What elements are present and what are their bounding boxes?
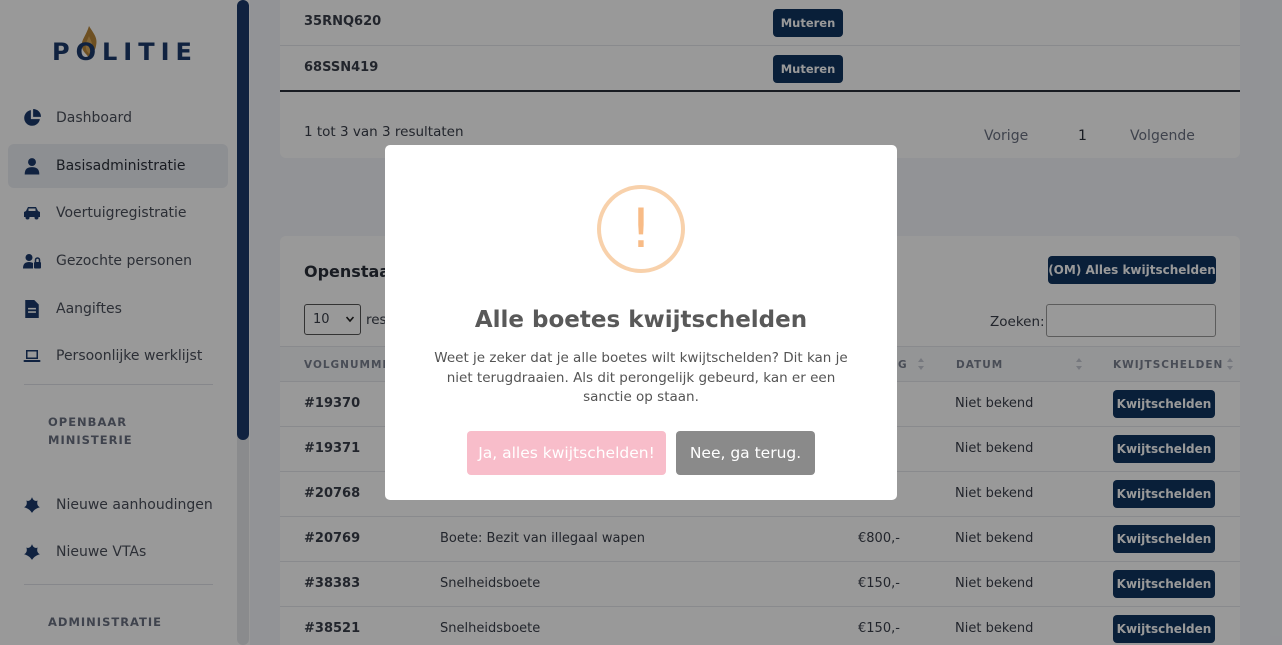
warning-glyph: ! xyxy=(630,197,652,260)
confirm-dialog: ! Alle boetes kwijtschelden Weet je zeke… xyxy=(385,145,897,500)
warning-icon: ! xyxy=(597,185,685,273)
dialog-message: Weet je zeker dat je alle boetes wilt kw… xyxy=(434,350,848,405)
dialog-title: Alle boetes kwijtschelden xyxy=(474,307,808,333)
confirm-button[interactable]: Ja, alles kwijtschelden! xyxy=(467,431,666,475)
cancel-button[interactable]: Nee, ga terug. xyxy=(676,431,815,475)
